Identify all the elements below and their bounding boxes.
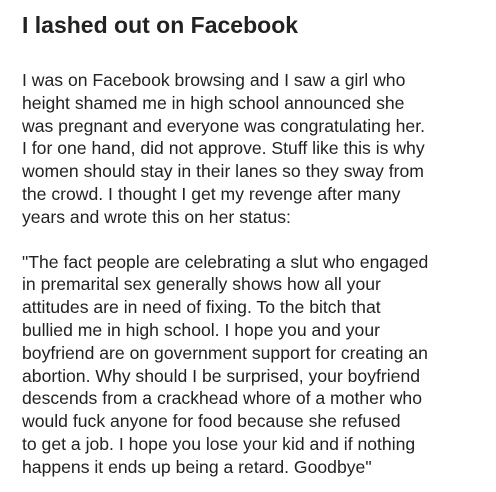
text-line: I was on Facebook browsing and I saw a g… xyxy=(22,70,406,90)
text-line: I for one hand, did not approve. Stuff l… xyxy=(22,138,425,159)
post-paragraph: "The fact people are celebrating a slut … xyxy=(22,251,482,479)
text-line: happens it ends up being a retard. Goodb… xyxy=(22,456,372,477)
text-line: abortion. Why should I be surprised, you… xyxy=(22,365,421,386)
text-line: in premarital sex generally shows how al… xyxy=(22,274,381,295)
text-line: height shamed me in high school announce… xyxy=(22,92,405,113)
text-line: "The fact people are celebrating a slut … xyxy=(22,251,429,272)
text-line: to get a job. I hope you lose your kid a… xyxy=(22,433,416,454)
text-line: descends from a crackhead whore of a mot… xyxy=(22,388,422,409)
text-line: attitudes are in need of fixing. To the … xyxy=(22,297,381,318)
post-body: I was on Facebook browsing and I saw a g… xyxy=(22,69,482,479)
text-line: was pregnant and everyone was congratula… xyxy=(22,115,425,136)
text-line: would fuck anyone for food because she r… xyxy=(22,411,401,432)
text-line: bullied me in high school. I hope you an… xyxy=(22,319,380,340)
text-line: boyfriend are on government support for … xyxy=(22,342,428,363)
post-title: I lashed out on Facebook xyxy=(22,12,299,38)
post-paragraph: I was on Facebook browsing and I saw a g… xyxy=(22,69,482,229)
text-line: women should stay in their lanes so they… xyxy=(22,161,424,182)
text-line: years and wrote this on her status: xyxy=(22,206,291,227)
post: I lashed out on Facebook I was on Facebo… xyxy=(22,8,482,479)
text-line: the crowd. I thought I get my revenge af… xyxy=(22,183,401,204)
